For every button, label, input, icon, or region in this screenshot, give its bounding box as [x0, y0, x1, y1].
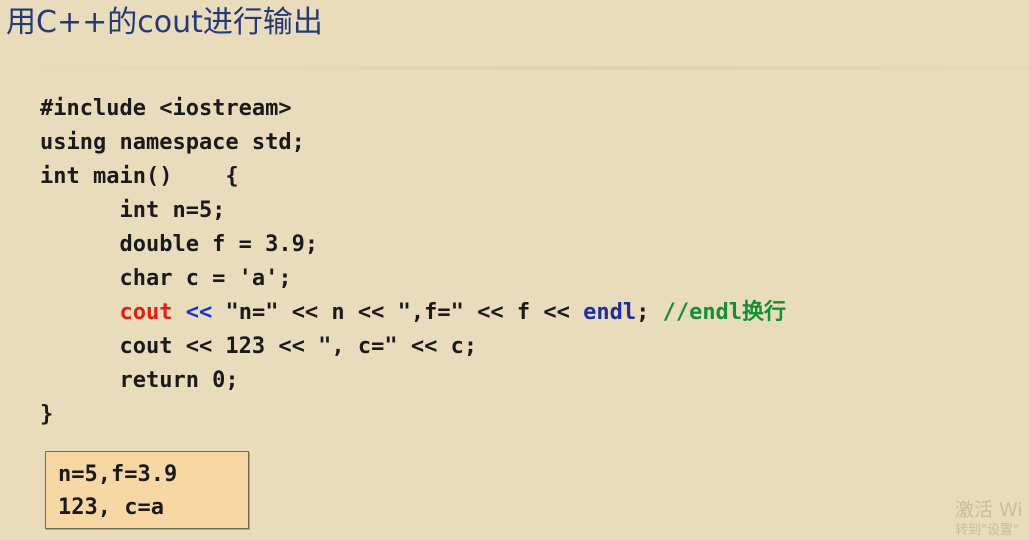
code-line: double f = 3.9; — [40, 228, 786, 262]
watermark-line-2: 转到"设置" — [955, 523, 1019, 538]
code-line: } — [40, 398, 786, 432]
code-line: char c = 'a'; — [40, 262, 786, 296]
code-token-plain: int main() { — [40, 164, 239, 189]
code-line: int n=5; — [40, 194, 786, 228]
console-output-box: n=5,f=3.9 123, c=a — [45, 451, 249, 529]
title-divider — [0, 66, 1029, 70]
code-token-keyword-red: cout — [119, 300, 173, 325]
code-line: using namespace std; — [40, 126, 786, 160]
console-output-text: n=5,f=3.9 123, c=a — [58, 458, 177, 524]
code-line: cout << 123 << ", c=" << c; — [40, 330, 786, 364]
code-token-plain: double f = 3.9; — [40, 232, 319, 257]
watermark-line-1: 激活 Wi — [955, 499, 1023, 521]
slide-title: 用C++的cout进行输出 — [6, 5, 323, 40]
code-token-plain: } — [40, 402, 54, 427]
code-token-plain: cout << 123 << ", c=" << c; — [40, 334, 478, 359]
code-token-plain: "n=" << n << ",f=" << f << — [212, 300, 584, 325]
code-token-plain: ; — [636, 300, 663, 325]
code-token-plain: using namespace std; — [40, 130, 305, 155]
output-line: 123, c=a — [58, 495, 164, 520]
code-token-plain: int n=5; — [40, 198, 226, 223]
code-token-plain: return 0; — [40, 368, 239, 393]
code-line: #include <iostream> — [40, 92, 786, 126]
code-line: return 0; — [40, 364, 786, 398]
activation-watermark: 激活 Wi 转到"设置" — [955, 498, 1023, 540]
code-block: #include <iostream> using namespace std; i… — [40, 92, 786, 432]
code-line: int main() { — [40, 160, 786, 194]
code-line: cout << "n=" << n << ",f=" << f << endl;… — [40, 296, 786, 330]
code-token-endl: endl — [583, 300, 637, 325]
code-token-plain: #include <iostream> — [40, 96, 292, 121]
code-token-op-blue: << — [185, 300, 213, 325]
code-token-plain: char c = 'a'; — [40, 266, 292, 291]
output-line: n=5,f=3.9 — [58, 462, 178, 487]
code-token-comment: //endl换行 — [662, 300, 787, 325]
